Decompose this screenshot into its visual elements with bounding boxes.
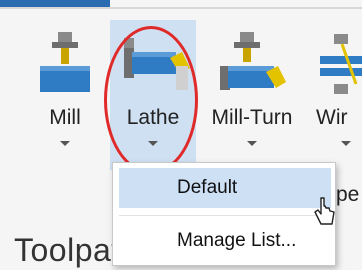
mill-button[interactable]: Mill [32,20,98,170]
mill-turn-icon [200,32,304,107]
menu-item-manage-list[interactable]: Manage List... [119,221,331,261]
mouse-cursor-icon [312,196,338,237]
chevron-down-icon[interactable] [247,141,257,146]
accent-bar [0,0,110,7]
chevron-down-icon[interactable] [148,141,158,146]
wire-label: Wir [316,106,348,129]
ribbon-divider [0,7,362,9]
ribbon: Mill Lathe Mill-Turn Wir pe Toolpaths De… [0,0,362,270]
lathe-label: Lathe [126,106,180,129]
lathe-icon [110,32,196,107]
lathe-dropdown-menu: Default Manage List... [112,162,336,266]
menu-item-default[interactable]: Default [119,168,331,208]
mill-label: Mill [49,106,81,129]
wire-icon [316,32,362,107]
mill-turn-label: Mill-Turn [211,106,293,129]
partial-label: pe [336,183,360,206]
wire-button[interactable]: Wir [316,20,362,170]
chevron-down-icon[interactable] [60,141,70,146]
lathe-button[interactable]: Lathe [110,20,196,170]
chevron-down-icon[interactable] [341,141,351,146]
mill-turn-button[interactable]: Mill-Turn [200,20,304,170]
menu-separator [119,215,331,216]
mill-icon [32,32,98,107]
